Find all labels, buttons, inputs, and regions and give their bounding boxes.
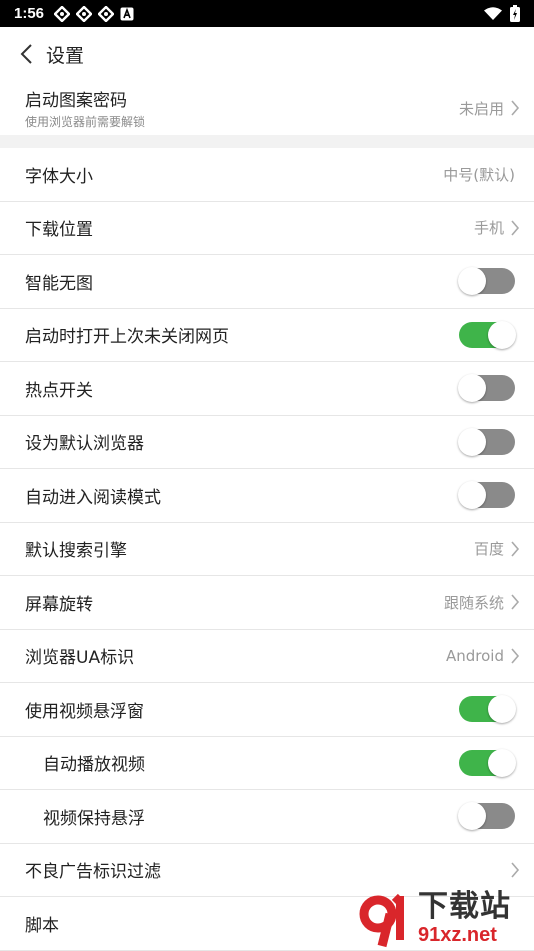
toggle-knob — [488, 748, 516, 777]
settings-row-label: 默认搜索引擎 — [25, 541, 127, 562]
settings-row-label: 视频保持悬浮 — [43, 808, 145, 829]
status-time: 1:56 — [14, 5, 45, 22]
page-title: 设置 — [46, 44, 85, 67]
settings-row[interactable]: 字体大小 中号(默认) — [0, 148, 534, 202]
back-button[interactable] — [14, 42, 38, 66]
chevron-right-icon — [511, 594, 520, 610]
toggle-switch[interactable] — [458, 427, 515, 456]
app-notification-icon — [76, 5, 93, 22]
settings-row-label: 使用视频悬浮窗 — [25, 701, 144, 722]
settings-row-value-wrap: 百度 — [474, 538, 534, 559]
settings-row[interactable]: 使用视频悬浮窗 — [0, 683, 534, 737]
notification-icons — [54, 5, 134, 22]
toggle-switch[interactable] — [459, 748, 516, 777]
settings-row[interactable]: 智能无图 — [0, 255, 534, 309]
settings-row-value-wrap — [504, 862, 534, 878]
settings-row[interactable]: 设为默认浏览器 — [0, 415, 534, 469]
watermark: 下载站 91xz.net — [356, 886, 534, 950]
settings-row-label: 自动播放视频 — [43, 755, 145, 776]
settings-row-value: 手机 — [473, 219, 504, 238]
toggle-switch[interactable] — [458, 802, 515, 831]
pattern-lock-label: 启动图案密码 — [25, 91, 127, 111]
settings-row[interactable]: 浏览器UA标识 Android — [0, 629, 534, 683]
settings-row-label: 不良广告标识过滤 — [25, 862, 161, 883]
settings-row-label: 热点开关 — [25, 380, 93, 401]
watermark-text: 下载站 91xz.net — [418, 889, 511, 947]
toggle-switch[interactable] — [459, 695, 516, 724]
toggle-switch[interactable] — [458, 374, 515, 403]
title-bar: 设置 — [0, 27, 534, 82]
settings-row[interactable]: 自动播放视频 — [0, 736, 534, 790]
status-right — [484, 5, 520, 22]
chevron-right-icon — [511, 100, 520, 116]
settings-row[interactable]: 默认搜索引擎 百度 — [0, 522, 534, 576]
settings-row-label: 脚本 — [25, 915, 59, 936]
toggle-switch[interactable] — [459, 320, 516, 349]
toggle-switch[interactable] — [458, 481, 515, 510]
toggle-knob — [458, 802, 486, 831]
settings-row-label: 字体大小 — [25, 166, 93, 187]
chevron-left-icon — [20, 44, 32, 64]
settings-row-label: 智能无图 — [25, 273, 93, 294]
toggle-switch[interactable] — [458, 267, 515, 296]
chevron-right-icon — [511, 220, 520, 236]
settings-row-value: Android — [446, 646, 504, 665]
toggle-knob — [488, 320, 516, 349]
settings-row-label: 浏览器UA标识 — [25, 648, 135, 669]
battery-icon — [510, 5, 520, 22]
settings-row-value: 跟随系统 — [443, 593, 504, 612]
section-gap — [0, 135, 534, 148]
settings-row-label: 屏幕旋转 — [25, 594, 93, 615]
chevron-right-icon — [511, 862, 520, 878]
toggle-knob — [458, 481, 486, 510]
pattern-lock-value-wrap: 未启用 — [459, 98, 534, 119]
watermark-title: 下载站 — [418, 889, 511, 924]
settings-row-label: 自动进入阅读模式 — [25, 487, 161, 508]
settings-row[interactable]: 自动进入阅读模式 — [0, 469, 534, 523]
settings-row-label: 下载位置 — [25, 220, 93, 241]
settings-row[interactable]: 启动时打开上次未关闭网页 — [0, 308, 534, 362]
settings-row-label: 启动时打开上次未关闭网页 — [25, 327, 229, 348]
watermark-url: 91xz.net — [418, 924, 497, 946]
settings-row-value-wrap: 中号(默认) — [443, 164, 515, 185]
app-notification-icon — [98, 5, 115, 22]
settings-row[interactable]: 下载位置 手机 — [0, 201, 534, 255]
chevron-right-icon — [511, 648, 520, 664]
chevron-right-icon — [511, 541, 520, 557]
toggle-knob — [488, 695, 516, 724]
settings-row[interactable]: 屏幕旋转 跟随系统 — [0, 576, 534, 630]
settings-row-value: 百度 — [473, 540, 504, 559]
watermark-logo-icon — [359, 893, 404, 948]
a-notification-icon — [120, 7, 134, 20]
pattern-lock-hint: 使用浏览器前需要解锁 — [25, 115, 146, 129]
pattern-lock-value: 未启用 — [458, 99, 504, 118]
settings-row-value-wrap: Android — [446, 647, 534, 665]
pattern-lock-row[interactable]: 启动图案密码 使用浏览器前需要解锁 未启用 — [0, 81, 534, 135]
settings-row-value-wrap: 手机 — [474, 217, 534, 238]
toggle-knob — [458, 427, 486, 456]
toggle-knob — [458, 267, 486, 296]
settings-row-value: 中号(默认) — [443, 165, 515, 184]
settings-row-value-wrap: 跟随系统 — [444, 592, 534, 613]
settings-row-label: 设为默认浏览器 — [25, 434, 144, 455]
settings-row[interactable]: 视频保持悬浮 — [0, 790, 534, 844]
app-notification-icon — [54, 5, 71, 22]
toggle-knob — [458, 374, 486, 403]
status-bar: 1:56 — [0, 0, 534, 27]
wifi-icon — [484, 6, 502, 20]
settings-row[interactable]: 热点开关 — [0, 362, 534, 416]
